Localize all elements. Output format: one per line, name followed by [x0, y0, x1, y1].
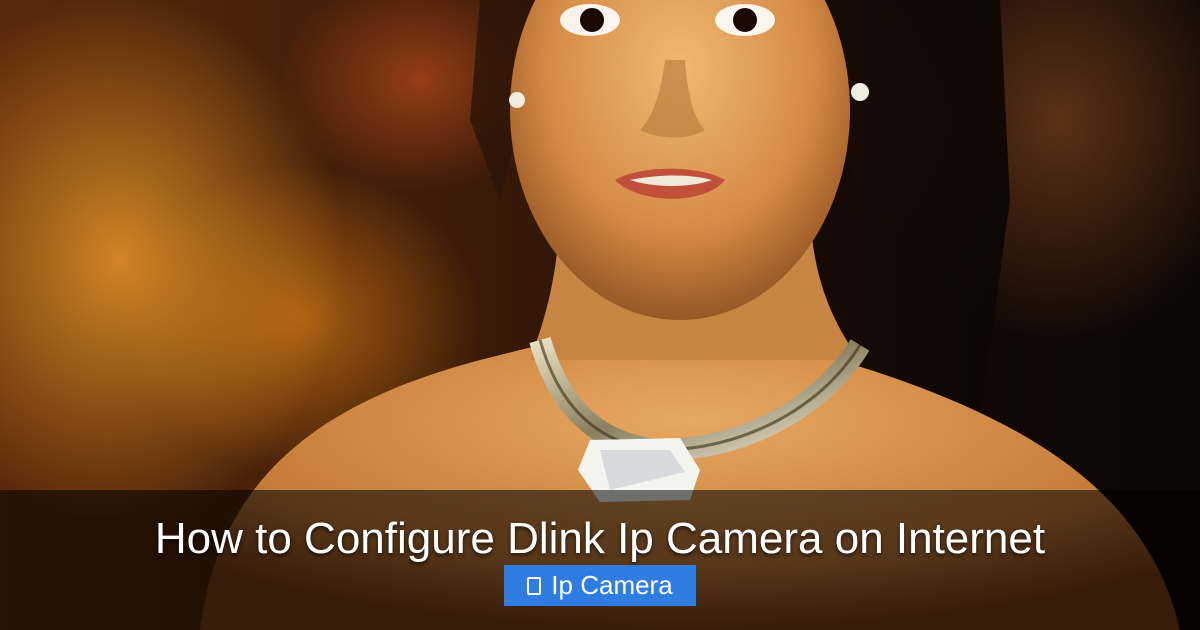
category-tag-label: Ip Camera — [551, 570, 673, 600]
category-tag-button[interactable]: Ip Camera — [504, 565, 696, 606]
page-title: How to Configure Dlink Ip Camera on Inte… — [154, 514, 1046, 563]
tag-icon — [527, 576, 542, 595]
